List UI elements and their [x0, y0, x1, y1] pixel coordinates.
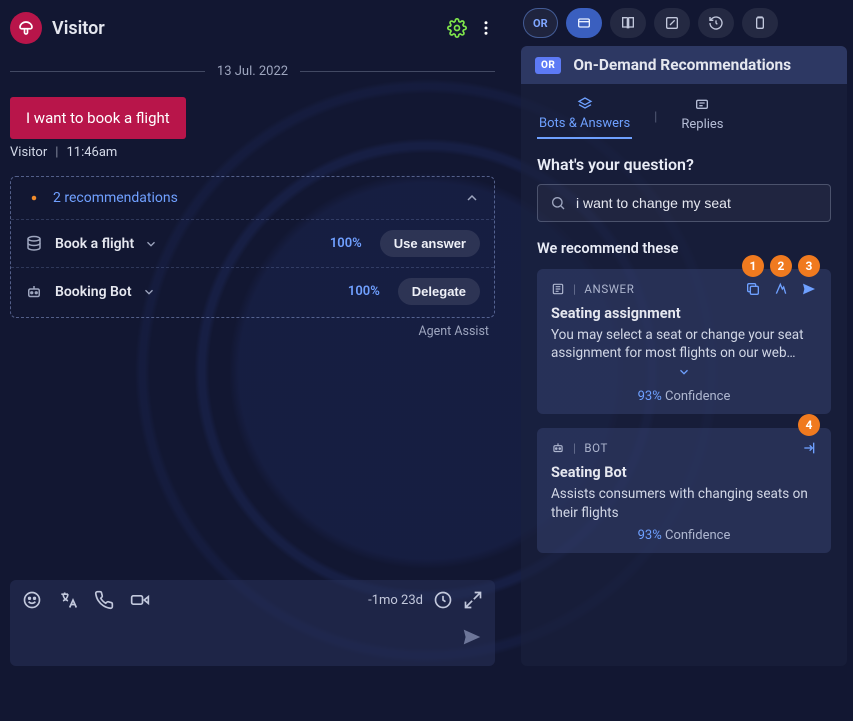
replies-icon — [694, 97, 710, 113]
tab-replies[interactable]: Replies — [679, 97, 725, 138]
expand-icon[interactable] — [463, 590, 483, 610]
copy-icon[interactable] — [745, 281, 761, 297]
clipboard-icon — [752, 15, 768, 31]
visitor-message-time: 11:46am — [66, 145, 117, 160]
tab-bots-answers[interactable]: Bots & Answers — [537, 96, 632, 139]
phone-icon[interactable] — [94, 590, 114, 610]
odr-header: OR On-Demand Recommendations — [521, 46, 847, 84]
visitor-message-text: I want to book a flight — [26, 109, 170, 127]
tab-bots-answers-label: Bots & Answers — [539, 116, 630, 131]
kebab-icon[interactable] — [477, 19, 495, 37]
inline-recommendations-toggle[interactable]: 2 recommendations — [11, 177, 494, 219]
card-body: You may select a seat or change your sea… — [551, 326, 817, 362]
search-icon — [550, 195, 566, 211]
odr-badge: OR — [535, 57, 561, 74]
recommendation-card-answer: | ANSWER Seating assignment — [537, 269, 831, 414]
side-iconbar: OR — [521, 6, 847, 46]
iconbar-answers-pill[interactable] — [566, 8, 602, 38]
card-type-label: ANSWER — [584, 282, 634, 296]
inline-recommendations-title: 2 recommendations — [53, 190, 178, 206]
odr-subtabs: Bots & Answers | Replies — [537, 96, 831, 139]
bot-icon — [551, 441, 565, 455]
card-confidence-pct: 93% — [638, 528, 662, 543]
iconbar-knowledge-pill[interactable] — [610, 8, 646, 38]
inline-recommendation-name: Booking Bot — [55, 284, 132, 300]
iconbar-history-pill[interactable] — [698, 8, 734, 38]
inline-recommendation-name: Book a flight — [55, 236, 134, 252]
card-confidence-label: Confidence — [665, 389, 730, 404]
date-divider: 13 Jul. 2022 — [10, 64, 495, 79]
odr-title: On-Demand Recommendations — [573, 56, 791, 74]
visitor-message-bubble: I want to book a flight — [10, 97, 186, 139]
recommendation-source-label: Agent Assist — [10, 324, 489, 339]
clock-icon[interactable] — [433, 590, 453, 610]
send-icon[interactable] — [801, 281, 817, 297]
card-icon — [576, 15, 592, 31]
use-answer-button[interactable]: Use answer — [380, 230, 480, 257]
card-expand-toggle[interactable] — [551, 364, 817, 383]
tab-replies-label: Replies — [681, 117, 723, 132]
book-icon — [620, 15, 636, 31]
database-icon — [25, 235, 43, 253]
card-title: Seating assignment — [551, 305, 817, 322]
recommendation-card-bot: | BOT Seating Bot Assists consumers with… — [537, 428, 831, 552]
chevron-down-icon[interactable] — [144, 237, 158, 251]
visitor-message-meta: Visitor | 11:46am — [10, 145, 495, 160]
conversation-age: -1mo 23d — [368, 593, 423, 608]
chat-header: Visitor — [10, 8, 495, 52]
stack-icon — [577, 96, 593, 112]
chevron-up-icon — [464, 190, 480, 206]
chat-header-title: Visitor — [52, 18, 105, 39]
composer-toolbar: -1mo 23d — [22, 590, 483, 610]
inline-recommendation-score: 100% — [330, 236, 362, 251]
inline-recommendation-score: 100% — [348, 284, 380, 299]
answer-icon — [551, 282, 565, 296]
side-panel: OR — [521, 0, 853, 674]
emoji-icon[interactable] — [22, 590, 42, 610]
question-heading: What's your question? — [537, 155, 831, 174]
iconbar-clipboard-pill[interactable] — [742, 8, 778, 38]
message-composer: -1mo 23d — [10, 580, 495, 666]
brand-logo — [10, 12, 42, 44]
send-icon — [461, 626, 483, 648]
insert-icon[interactable] — [773, 281, 789, 297]
card-confidence-pct: 93% — [638, 389, 662, 404]
delegate-icon[interactable] — [801, 440, 817, 456]
send-button[interactable] — [461, 626, 483, 651]
gear-icon[interactable] — [447, 18, 467, 38]
card-confidence: 93% Confidence — [551, 389, 817, 404]
bot-icon — [25, 283, 43, 301]
edit-icon — [664, 15, 680, 31]
chevron-down-icon[interactable] — [142, 285, 156, 299]
date-label: 13 Jul. 2022 — [217, 64, 288, 79]
chevron-down-icon — [677, 365, 691, 379]
iconbar-or-pill[interactable]: OR — [523, 8, 558, 38]
sparkle-icon — [25, 189, 43, 207]
odr-body: Bots & Answers | Replies What's your que… — [521, 84, 847, 666]
chat-panel: Visitor 13 Jul. 2022 I want to book a fl… — [0, 0, 505, 674]
card-title: Seating Bot — [551, 464, 817, 481]
meta-separator: | — [55, 145, 58, 160]
visitor-message-author: Visitor — [10, 145, 47, 160]
iconbar-compose-pill[interactable] — [654, 8, 690, 38]
odr-search[interactable] — [537, 184, 831, 222]
inline-recommendation-row: Booking Bot 100% Delegate — [11, 267, 494, 315]
recommend-heading: We recommend these — [537, 240, 831, 257]
card-confidence-label: Confidence — [665, 528, 730, 543]
card-confidence: 93% Confidence — [551, 528, 817, 543]
card-body: Assists consumers with changing seats on… — [551, 485, 817, 521]
mushroom-icon — [17, 19, 35, 37]
tab-separator: | — [654, 110, 657, 125]
odr-search-input[interactable] — [576, 195, 818, 211]
composer-input[interactable] — [22, 620, 461, 656]
card-type-label: BOT — [584, 441, 608, 455]
delegate-button[interactable]: Delegate — [398, 278, 480, 305]
inline-recommendations-panel: 2 recommendations Book a flight 10 — [10, 176, 495, 318]
inline-recommendation-row: Book a flight 100% Use answer — [11, 219, 494, 267]
translate-icon[interactable] — [58, 590, 78, 610]
video-icon[interactable] — [130, 590, 150, 610]
history-icon — [708, 15, 724, 31]
